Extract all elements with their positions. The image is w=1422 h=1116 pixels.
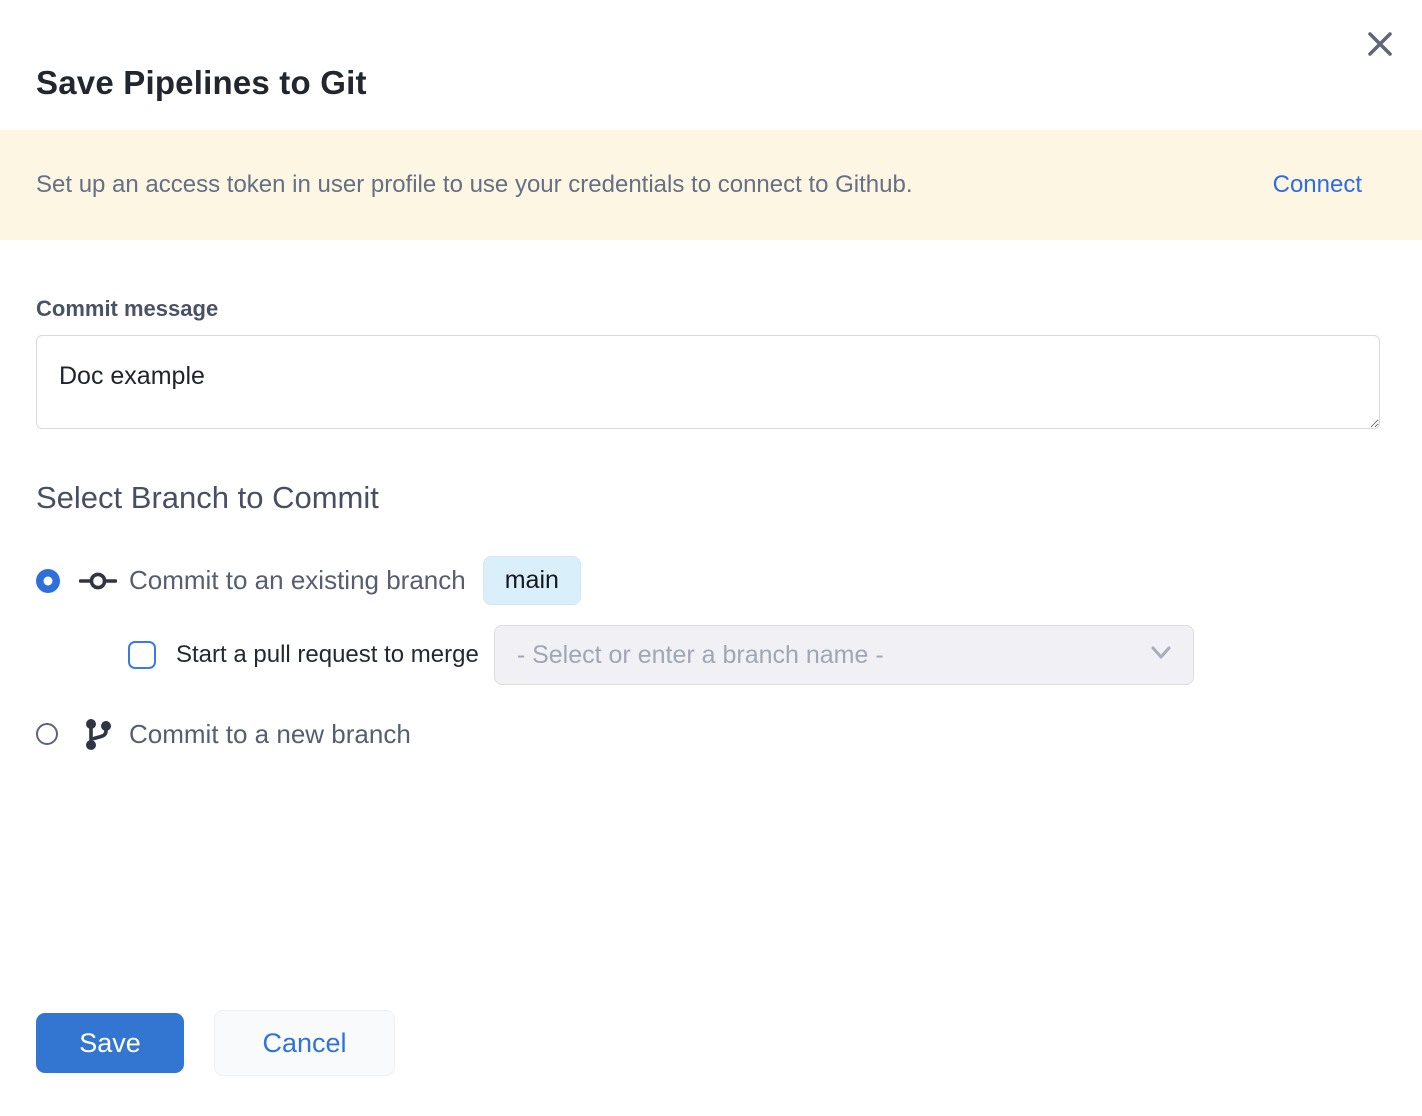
pull-request-checkbox[interactable] <box>128 641 156 669</box>
git-commit-icon <box>79 564 117 598</box>
new-branch-label: Commit to a new branch <box>129 719 411 750</box>
banner-message: Set up an access token in user profile t… <box>36 171 913 199</box>
new-branch-radio[interactable] <box>36 723 58 745</box>
commit-message-label: Commit message <box>36 296 1380 322</box>
commit-message-input[interactable]: Doc example <box>36 335 1380 429</box>
footer: Save Cancel <box>36 1010 395 1076</box>
close-icon <box>1365 29 1395 64</box>
existing-branch-label: Commit to an existing branch <box>129 565 466 596</box>
pull-request-label: Start a pull request to merge <box>176 641 479 669</box>
access-token-banner: Set up an access token in user profile t… <box>0 130 1422 240</box>
existing-branch-option: Commit to an existing branch main <box>36 556 1380 605</box>
branch-select-dropdown[interactable]: - Select or enter a branch name - <box>494 625 1194 685</box>
chevron-down-icon <box>1149 645 1173 666</box>
close-button[interactable] <box>1362 28 1398 64</box>
existing-branch-radio[interactable] <box>36 569 60 593</box>
pull-request-row: Start a pull request to merge - Select o… <box>128 625 1380 685</box>
page-title: Save Pipelines to Git <box>0 0 1422 102</box>
git-branch-icon <box>79 717 117 751</box>
connect-link[interactable]: Connect <box>1273 171 1362 199</box>
branch-select-placeholder: - Select or enter a branch name - <box>517 641 884 670</box>
select-branch-heading: Select Branch to Commit <box>36 480 1380 516</box>
cancel-button[interactable]: Cancel <box>214 1010 395 1076</box>
new-branch-option: Commit to a new branch <box>36 717 1380 751</box>
save-button[interactable]: Save <box>36 1013 184 1073</box>
branch-badge[interactable]: main <box>483 556 581 605</box>
